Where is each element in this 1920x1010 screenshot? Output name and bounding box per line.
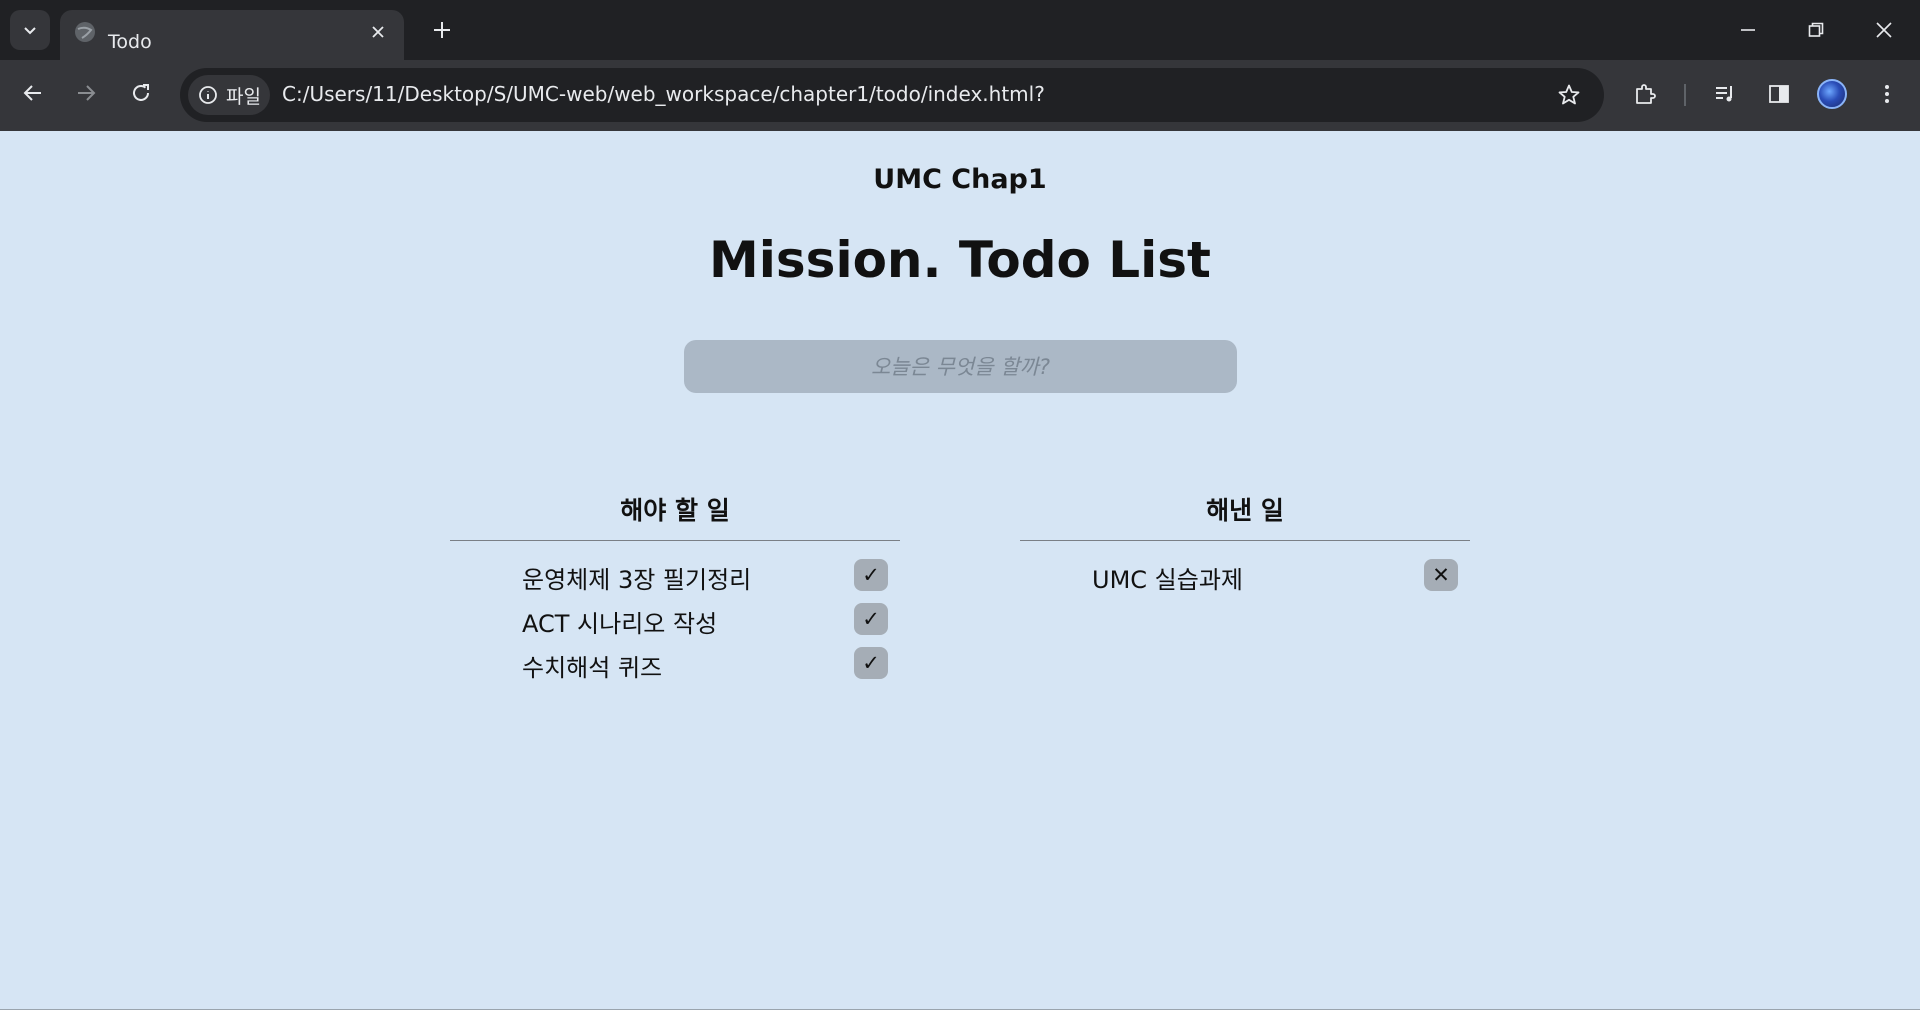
close-icon	[1876, 22, 1892, 38]
minimize-icon	[1741, 29, 1755, 31]
back-button[interactable]	[13, 73, 53, 113]
site-info-chip[interactable]: 파일	[188, 75, 270, 115]
complete-button[interactable]: ✓	[854, 559, 888, 591]
side-panel-button[interactable]	[1761, 76, 1797, 112]
reload-icon	[133, 84, 149, 101]
complete-button[interactable]: ✓	[854, 647, 888, 679]
browser-toolbar: 파일 C:/Users/11/Desktop/S/UMC-web/web_wor…	[0, 60, 1920, 131]
star-icon	[1558, 84, 1580, 105]
more-vertical-icon	[1885, 85, 1889, 103]
browser-tab[interactable]: Todo	[60, 10, 404, 60]
url-text[interactable]: C:/Users/11/Desktop/S/UMC-web/web_worksp…	[282, 82, 1045, 106]
toolbar-separator	[1684, 84, 1686, 106]
done-heading: 해낸 일	[1020, 491, 1470, 541]
tab-search-button[interactable]	[10, 10, 50, 50]
todo-column: 해야 할 일 운영체제 3장 필기정리 ✓ ACT 시나리오 작성 ✓ 수치해석…	[450, 491, 900, 686]
profile-avatar[interactable]	[1817, 79, 1847, 109]
close-icon	[372, 26, 384, 38]
tab-close-button[interactable]	[366, 20, 390, 44]
todo-heading: 해야 할 일	[450, 491, 900, 541]
info-icon	[199, 86, 217, 104]
page-content: UMC Chap1 Mission. Todo List 해야 할 일 운영체제…	[0, 131, 1920, 1010]
address-bar[interactable]: 파일 C:/Users/11/Desktop/S/UMC-web/web_wor…	[180, 68, 1604, 122]
browser-menu-button[interactable]	[1869, 76, 1905, 112]
site-chip-label: 파일	[226, 85, 261, 108]
complete-button[interactable]: ✓	[854, 603, 888, 635]
chevron-down-icon	[24, 27, 36, 35]
done-item-text: UMC 실습과제	[1092, 566, 1243, 594]
restore-button[interactable]	[1794, 8, 1838, 52]
page-subtitle: UMC Chap1	[873, 164, 1047, 195]
plus-icon	[434, 22, 450, 38]
todo-item: 운영체제 3장 필기정리 ✓	[450, 554, 900, 598]
globe-icon	[75, 22, 95, 42]
todo-item: 수치해석 퀴즈 ✓	[450, 642, 900, 686]
forward-button[interactable]	[66, 73, 106, 113]
todo-input[interactable]	[684, 340, 1237, 393]
playlist-icon	[1716, 86, 1732, 102]
minimize-button[interactable]	[1726, 8, 1770, 52]
todo-item-text: ACT 시나리오 작성	[522, 610, 718, 638]
todo-item: ACT 시나리오 작성 ✓	[450, 598, 900, 642]
delete-button[interactable]: ✕	[1424, 559, 1458, 591]
arrow-left-icon	[23, 85, 41, 101]
browser-tab-strip: Todo	[0, 0, 1920, 60]
arrow-right-icon	[78, 85, 96, 101]
todo-item-text: 운영체제 3장 필기정리	[522, 566, 752, 594]
page-title: Mission. Todo List	[709, 231, 1211, 289]
new-tab-button[interactable]	[424, 12, 460, 48]
media-control-button[interactable]	[1707, 76, 1743, 112]
puzzle-icon	[1636, 84, 1656, 104]
extensions-button[interactable]	[1627, 76, 1663, 112]
reload-button[interactable]	[121, 73, 161, 113]
done-column: 해낸 일 UMC 실습과제 ✕	[1020, 491, 1470, 598]
close-window-button[interactable]	[1862, 8, 1906, 52]
bookmark-button[interactable]	[1554, 80, 1584, 110]
done-item: UMC 실습과제 ✕	[1020, 554, 1470, 598]
side-panel-icon	[1769, 85, 1789, 103]
tab-title: Todo	[108, 31, 152, 53]
todo-item-text: 수치해석 퀴즈	[522, 654, 663, 682]
restore-icon	[1808, 22, 1824, 37]
